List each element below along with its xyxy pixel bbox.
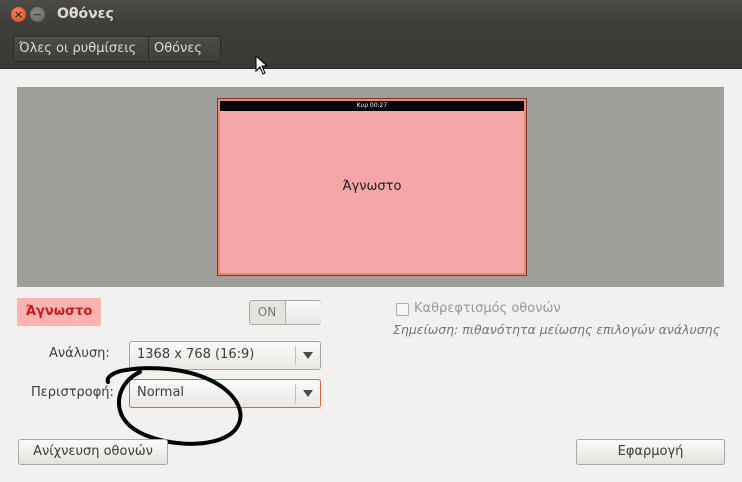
mirror-displays-label: Καθρεφτισμός οθονών	[414, 301, 561, 316]
chevron-down-icon[interactable]	[303, 352, 313, 359]
toolbar: Όλες οι ρυθμίσεις Οθόνες	[0, 30, 742, 69]
close-icon[interactable]: ×	[11, 7, 26, 22]
resolution-label: Ανάλυση:	[49, 346, 110, 361]
window-titlebar: × − Οθόνες	[0, 0, 742, 30]
breadcrumb-displays[interactable]: Οθόνες	[148, 36, 221, 62]
rotation-label: Περιστροφή:	[31, 385, 114, 400]
switch-knob[interactable]	[285, 301, 321, 324]
switch-on-label: ON	[257, 305, 277, 319]
monitor-preview[interactable]: Κυρ 00:27 Άγνωστο	[217, 98, 527, 276]
minimize-icon[interactable]: −	[30, 7, 45, 22]
rotation-value: Normal	[137, 385, 185, 400]
detect-displays-button[interactable]: Ανίχνευση οθονών	[18, 439, 168, 465]
monitor-arrangement-area: Κυρ 00:27 Άγνωστο	[17, 87, 724, 287]
window-title: Οθόνες	[57, 6, 114, 22]
apply-button[interactable]: Εφαρμογή	[576, 439, 725, 465]
display-on-switch[interactable]: ON	[249, 300, 321, 325]
mirror-note: Σημείωση: πιθανότητα μείωσης επιλογών αν…	[393, 322, 720, 337]
combo-separator	[295, 384, 296, 403]
display-name-badge: Άγνωστο	[17, 298, 101, 326]
rotation-combo[interactable]: Normal	[129, 379, 321, 408]
mouse-pointer-icon	[255, 55, 269, 75]
mirror-displays-checkbox[interactable]	[396, 303, 409, 316]
chevron-down-icon[interactable]	[303, 390, 313, 397]
resolution-combo[interactable]: 1368 x 768 (16:9)	[129, 341, 321, 370]
monitor-preview-label: Άγνωστο	[342, 179, 402, 194]
combo-separator	[295, 346, 296, 365]
monitor-panel-clock: Κυρ 00:27	[220, 101, 524, 111]
breadcrumb-all-settings[interactable]: Όλες οι ρυθμίσεις	[13, 36, 158, 62]
resolution-value: 1368 x 768 (16:9)	[137, 347, 255, 362]
